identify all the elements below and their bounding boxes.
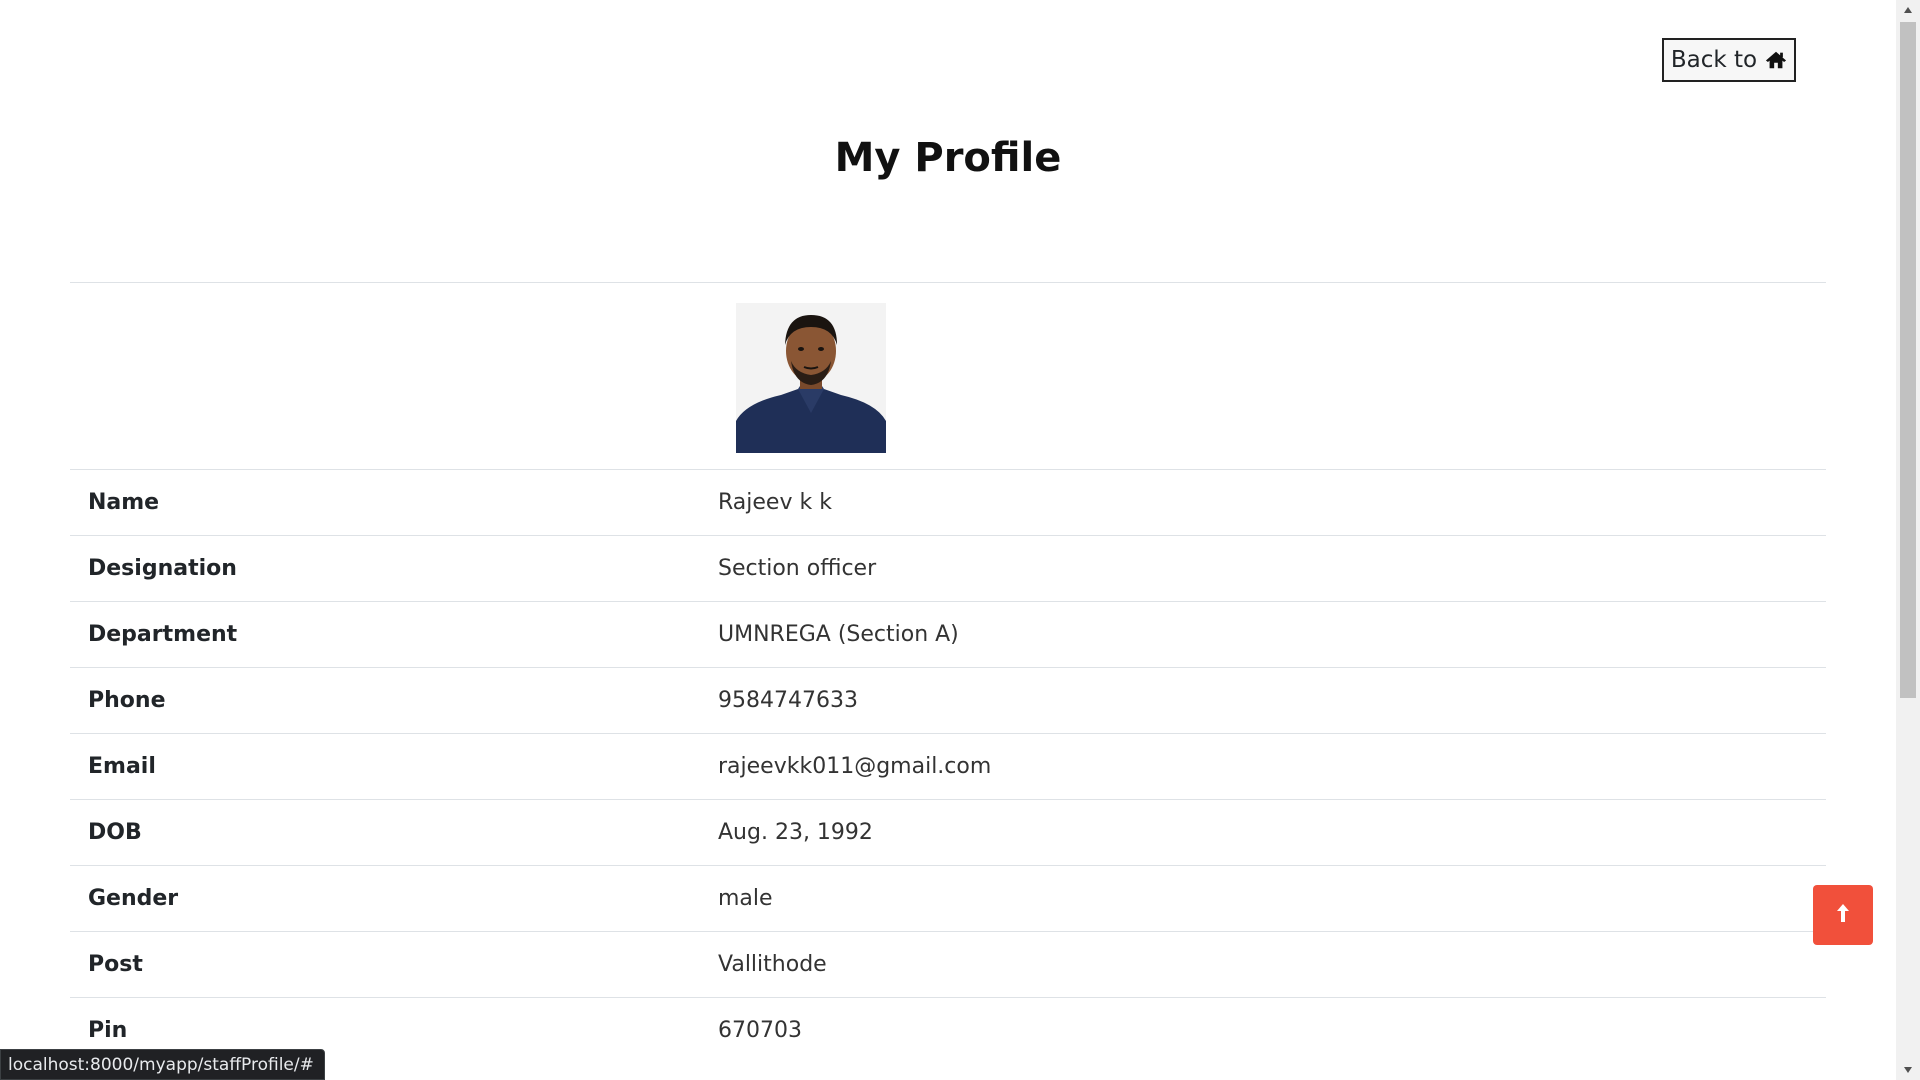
field-label: Gender	[88, 886, 179, 911]
profile-row-phone: Phone 9584747633	[70, 668, 1826, 734]
field-value: male	[718, 886, 773, 911]
vertical-scrollbar[interactable]	[1896, 0, 1920, 1080]
arrow-up-icon	[1834, 902, 1852, 928]
profile-page: Back to My Profile Name Rajeev k k Desig…	[0, 0, 1896, 1080]
profile-row-designation: Designation Section officer	[70, 536, 1826, 602]
back-button-label: Back to	[1670, 47, 1758, 73]
back-to-home-button[interactable]: Back to	[1662, 38, 1796, 82]
field-value: Aug. 23, 1992	[718, 820, 873, 845]
field-value: Section officer	[718, 556, 877, 581]
field-label: Name	[88, 490, 160, 515]
profile-photo-row	[70, 283, 1826, 470]
link-status-bar: localhost:8000/myapp/staffProfile/#	[0, 1049, 325, 1080]
field-value: 9584747633	[718, 688, 858, 713]
field-label: Phone	[88, 688, 166, 713]
profile-row-post: Post Vallithode	[70, 932, 1826, 998]
scroll-down-arrow-icon[interactable]	[1896, 1060, 1920, 1080]
field-value: Vallithode	[718, 952, 827, 977]
home-icon	[1765, 49, 1787, 71]
profile-table: Name Rajeev k k Designation Section offi…	[70, 282, 1826, 1063]
scrollbar-thumb[interactable]	[1900, 22, 1916, 698]
scroll-up-arrow-icon[interactable]	[1896, 0, 1920, 20]
field-value: Rajeev k k	[718, 490, 832, 515]
field-value: UMNREGA (Section A)	[718, 622, 959, 647]
field-value: rajeevkk011@gmail.com	[718, 754, 992, 779]
profile-row-email: Email rajeevkk011@gmail.com	[70, 734, 1826, 800]
field-label: DOB	[88, 820, 142, 845]
scroll-to-top-button[interactable]	[1813, 885, 1873, 945]
browser-viewport: Back to My Profile Name Rajeev k k Desig…	[0, 0, 1920, 1080]
page-title: My Profile	[834, 135, 1062, 181]
field-value: 670703	[718, 1018, 802, 1043]
profile-row-name: Name Rajeev k k	[70, 470, 1826, 536]
field-label: Email	[88, 754, 156, 779]
profile-row-gender: Gender male	[70, 866, 1826, 932]
profile-row-pin: Pin 670703	[70, 998, 1826, 1063]
field-label: Department	[88, 622, 238, 647]
field-label: Post	[88, 952, 143, 977]
profile-row-dob: DOB Aug. 23, 1992	[70, 800, 1826, 866]
field-label: Designation	[88, 556, 237, 581]
field-label: Pin	[88, 1018, 128, 1043]
profile-row-department: Department UMNREGA (Section A)	[70, 602, 1826, 668]
profile-photo	[736, 303, 886, 453]
